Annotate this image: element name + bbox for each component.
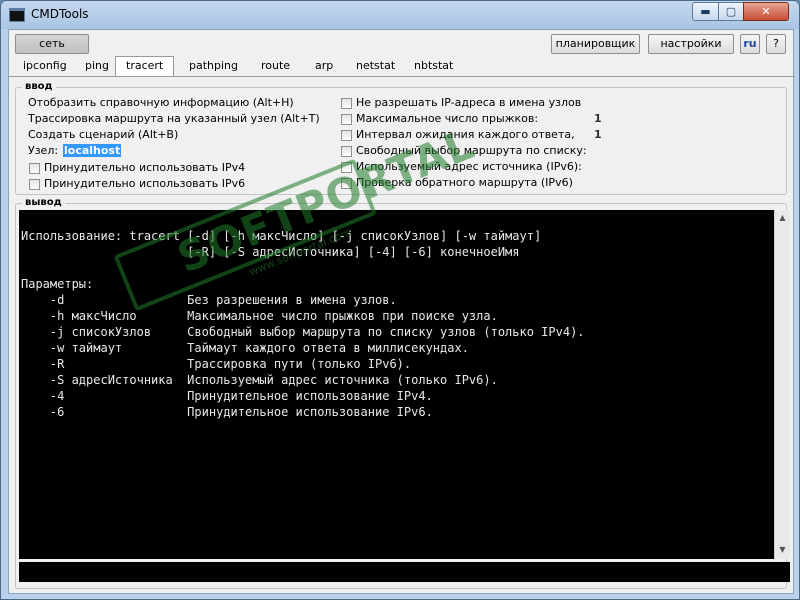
language-button[interactable]: ru	[740, 34, 760, 54]
host-label: Узел:	[28, 144, 59, 157]
timeout-value[interactable]: 1	[594, 128, 602, 141]
minimize-button[interactable]: ▬	[692, 2, 719, 21]
max-hops-checkbox[interactable]	[341, 114, 352, 125]
help-option[interactable]: Отобразить справочную информацию (Alt+H)	[28, 96, 294, 109]
console-line: [-R] [-S адресИсточника] [-4] [-6] конеч…	[21, 245, 520, 259]
tab-pathping[interactable]: pathping	[187, 59, 240, 75]
ipv6-checkbox[interactable]	[29, 179, 40, 190]
output-console[interactable]: Использование: tracert [-d] [-h максЧисл…	[19, 210, 784, 559]
close-button[interactable]: ✕	[743, 2, 789, 21]
command-input[interactable]	[19, 562, 790, 582]
output-group-label: вывод	[22, 197, 65, 208]
host-input[interactable]: localhost	[63, 144, 122, 157]
settings-button[interactable]: настройки	[648, 34, 734, 54]
max-hops-label: Максимальное число прыжков:	[356, 112, 539, 125]
tab-tracert[interactable]: tracert	[115, 56, 175, 77]
host-input-value: localhost	[63, 144, 122, 157]
source-address-label: Используемый адрес источника (IPv6):	[356, 160, 582, 173]
console-line: Параметры:	[21, 277, 94, 291]
console-line: -h максЧисло Максимальное число прыжков …	[21, 309, 498, 323]
console-line: -j списокУзлов Свободный выбор маршрута …	[21, 325, 585, 339]
console-scrollbar[interactable]: ▲ ▼	[774, 210, 790, 559]
console-line: -4 Принудительное использование IPv4.	[21, 389, 433, 403]
trace-option[interactable]: Трассировка маршрута на указанный узел (…	[28, 112, 320, 125]
reverse-route-checkbox[interactable]	[341, 178, 352, 189]
maximize-button[interactable]: ▢	[718, 2, 744, 21]
reverse-route-label: Проверка обратного маршрута (IPv6)	[356, 176, 573, 189]
console-line: -S адресИсточника Используемый адрес ист…	[21, 373, 498, 387]
tab-ipconfig[interactable]: ipconfig	[21, 59, 69, 75]
console-line: ​	[21, 260, 585, 276]
console-line: -6 Принудительное использование IPv6.	[21, 405, 433, 419]
input-group-label: ввод	[22, 81, 56, 92]
console-text: Использование: tracert [-d] [-h максЧисл…	[21, 228, 585, 420]
no-resolve-label: Не разрешать IP-адреса в имена узлов	[356, 96, 582, 109]
scroll-up-arrow-icon[interactable]: ▲	[777, 213, 788, 223]
loose-route-label: Свободный выбор маршрута по списку:	[356, 144, 587, 157]
scheduler-button[interactable]: планировщик	[551, 34, 640, 54]
max-hops-value[interactable]: 1	[594, 112, 602, 125]
script-option[interactable]: Создать сценарий (Alt+B)	[28, 128, 178, 141]
net-button[interactable]: сеть	[15, 34, 89, 54]
tab-ping[interactable]: ping	[83, 59, 111, 75]
source-address-checkbox[interactable]	[341, 162, 352, 173]
console-line: -d Без разрешения в имена узлов.	[21, 293, 397, 307]
tab-nbtstat[interactable]: nbtstat	[412, 59, 455, 75]
console-line: -R Трассировка пути (только IPv6).	[21, 357, 412, 371]
client-area: сеть планировщик настройки ru ? ipconfig…	[8, 29, 795, 594]
title-bar[interactable]: CMDTools ▬ ▢ ✕	[1, 1, 799, 29]
console-line: Использование: tracert [-d] [-h максЧисл…	[21, 229, 542, 243]
tab-arp[interactable]: arp	[313, 59, 335, 75]
ipv4-checkbox-label: Принудительно использовать IPv4	[44, 161, 246, 174]
help-button[interactable]: ?	[766, 34, 786, 54]
ipv4-checkbox[interactable]	[29, 163, 40, 174]
terminal-app-icon	[9, 8, 25, 22]
app-window: CMDTools ▬ ▢ ✕ сеть планировщик настройк…	[0, 0, 800, 600]
no-resolve-checkbox[interactable]	[341, 98, 352, 109]
tab-netstat[interactable]: netstat	[354, 59, 397, 75]
window-title: CMDTools	[31, 7, 89, 21]
tab-bar: ipconfig ping tracert pathping route arp…	[9, 56, 795, 77]
timeout-checkbox[interactable]	[341, 130, 352, 141]
input-group: ввод Отобразить справочную информацию (A…	[15, 81, 787, 195]
loose-route-checkbox[interactable]	[341, 146, 352, 157]
tab-route[interactable]: route	[259, 59, 292, 75]
tab-divider	[9, 76, 795, 77]
ipv6-checkbox-label: Принудительно использовать IPv6	[44, 177, 246, 190]
console-line: -w таймаут Таймаут каждого ответа в милл…	[21, 341, 469, 355]
scroll-down-arrow-icon[interactable]: ▼	[777, 545, 788, 555]
timeout-label: Интервал ожидания каждого ответа,	[356, 128, 575, 141]
